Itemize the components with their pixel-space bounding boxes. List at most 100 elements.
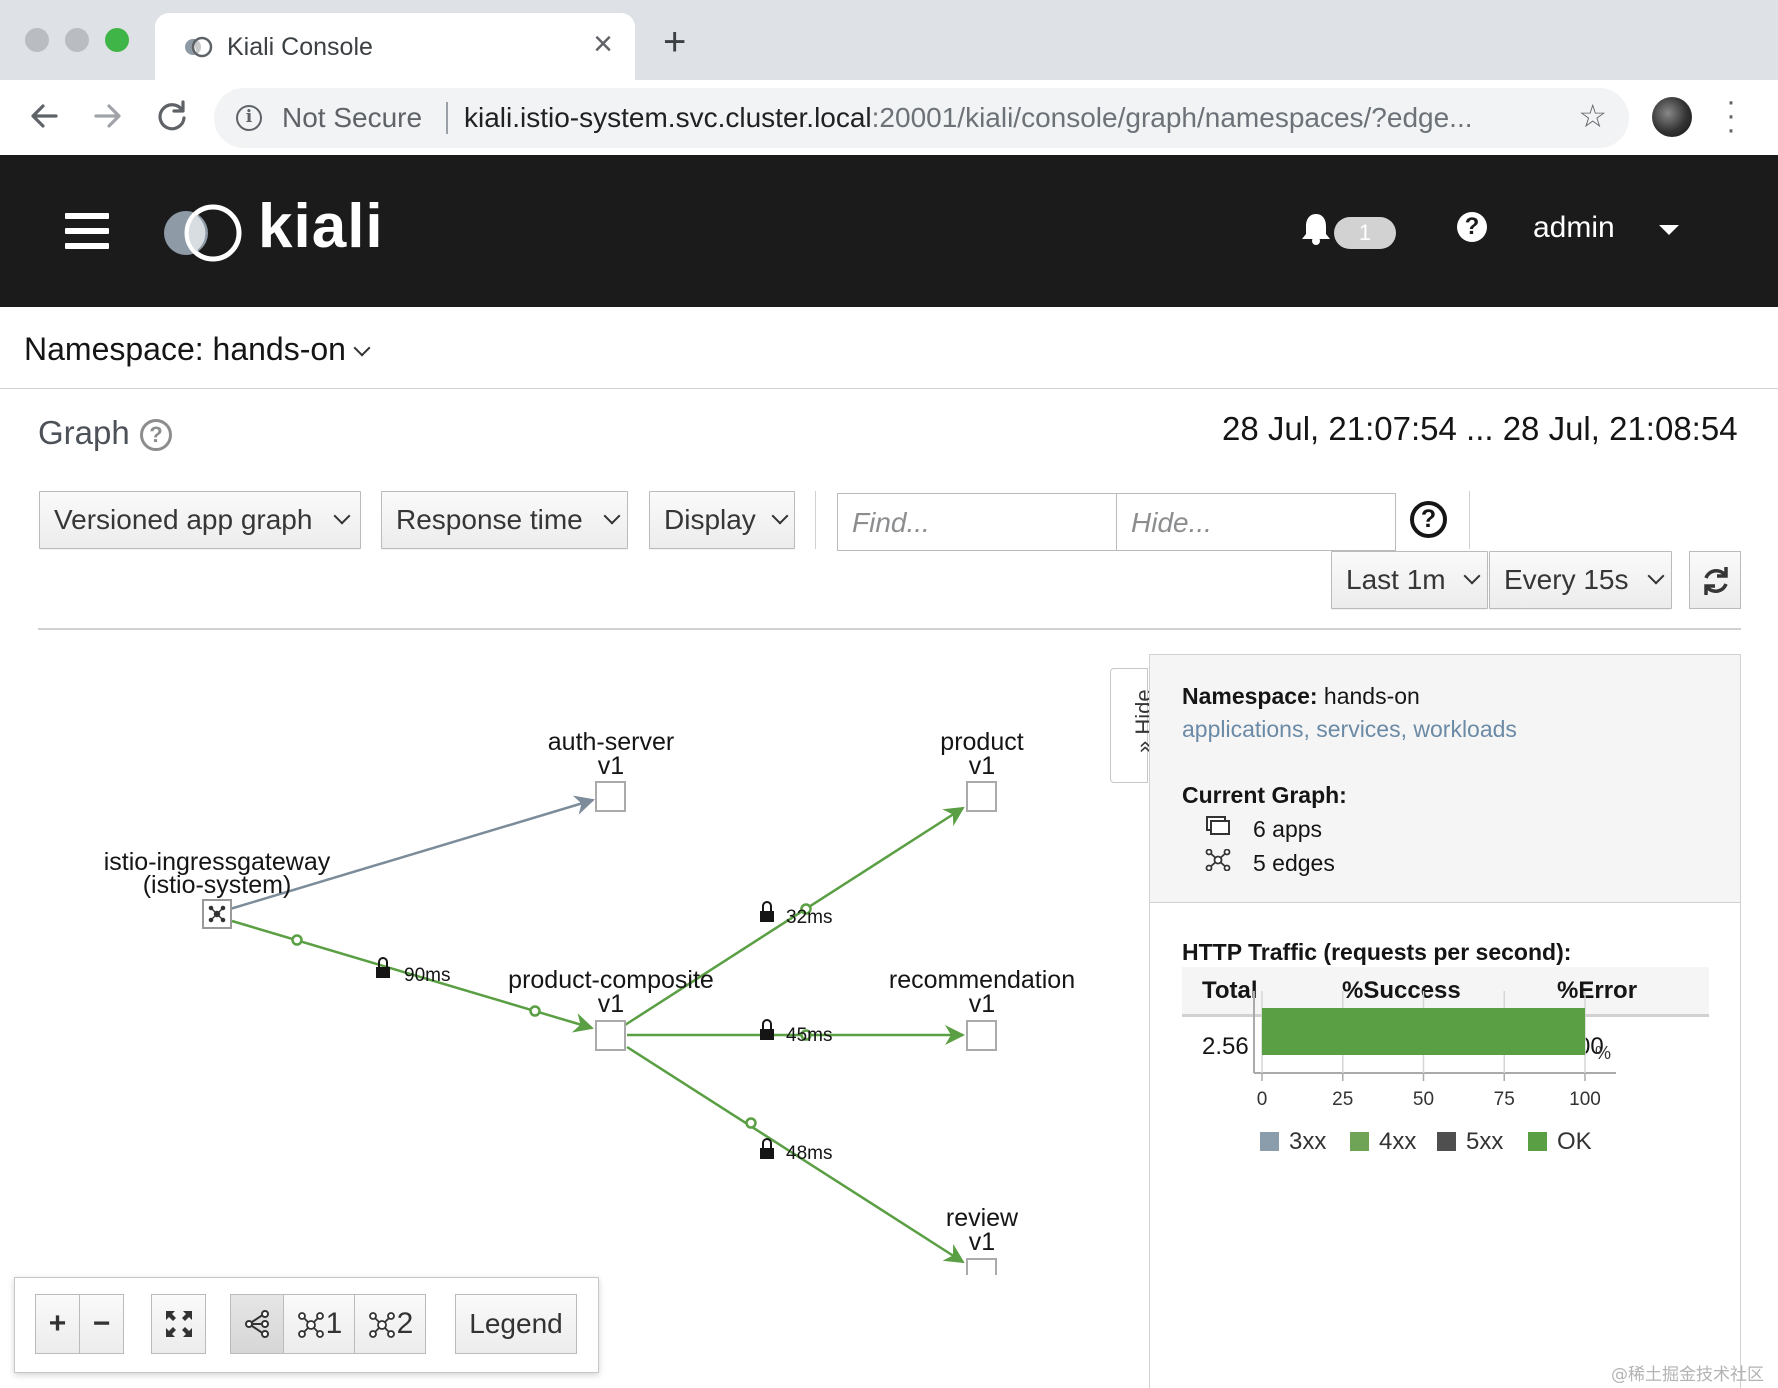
http-traffic-chart: 0 25 50 75 100% 3xx 4xx 5xx OK [1253,991,1616,1155]
layout-default-button[interactable] [230,1294,284,1354]
legend-swatch-5xx [1437,1132,1456,1151]
toolbar-separator [1469,491,1470,549]
tab-close-icon[interactable]: × [593,27,613,61]
edge-label-composite-recommendation: 45ms [760,1019,832,1046]
legend-swatch-ok [1528,1132,1547,1151]
browser-menu-icon[interactable]: · · · [1726,87,1736,145]
hide-input[interactable]: Hide... [1116,493,1396,551]
node-version: v1 [598,752,624,780]
legend-swatch-3xx [1260,1132,1279,1151]
chart-bar-ok [1262,1008,1585,1055]
cluster-layout-icon [297,1312,324,1338]
node-auth-server[interactable]: auth-server v1 [548,728,674,812]
traffic-dot [529,1005,541,1017]
chevron-down-icon [1647,567,1665,585]
browser-tab[interactable]: Kiali Console × [155,13,635,80]
traffic-dot [745,1117,757,1129]
chart-unit-label: % [1595,1043,1611,1063]
node-product[interactable]: product v1 [940,728,1024,812]
page-help-icon[interactable]: ? [140,419,172,451]
notification-bell-icon[interactable] [1300,211,1332,245]
edge-latency-45: 45ms [786,1025,832,1046]
display-dropdown[interactable]: Display [649,491,795,549]
zoom-in-button[interactable]: + [35,1294,80,1354]
address-bar[interactable]: i Not Secure kiali.istio-system.svc.clus… [214,88,1629,148]
kiali-logo-icon [164,204,242,262]
info-icon[interactable]: i [236,105,262,131]
node-version: v1 [969,990,995,1018]
chart-tick-label: 100 [1569,1089,1601,1110]
chevron-down-icon [771,507,789,525]
security-label: Not Secure [282,102,423,133]
forward-arrow-icon[interactable] [88,96,128,136]
profile-avatar[interactable] [1652,97,1692,137]
chart-tick-label: 0 [1257,1089,1268,1110]
help-icon[interactable]: ? [1457,212,1487,242]
edge-label-dropdown[interactable]: Response time [381,491,628,549]
cluster-layout-icon [368,1312,395,1338]
refresh-icon [1704,567,1728,595]
chart-tick-label: 50 [1413,1089,1434,1110]
duration-dropdown[interactable]: Last 1m [1331,551,1488,609]
legend-swatch-4xx [1350,1132,1369,1151]
chevron-down-icon [603,507,621,525]
edge-latency-48: 48ms [786,1143,832,1164]
omnibox-divider [446,102,448,134]
node-namespace: (istio-system) [143,871,292,899]
service-graph-canvas[interactable]: 90ms 32ms 45ms 48ms istio-ingressgateway… [0,630,1110,1275]
legend-label-3xx: 3xx [1289,1128,1326,1155]
url-text: kiali.istio-system.svc.cluster.local:200… [464,102,1473,134]
namespace-bar: Namespace: hands-on [0,307,1778,389]
graph-type-dropdown[interactable]: Versioned app graph [39,491,361,549]
namespace-selector-label: Namespace: hands-on [24,331,346,367]
user-menu[interactable]: admin [1533,211,1615,245]
new-tab-button[interactable]: + [663,22,686,62]
node-review[interactable]: review v1 [946,1204,1019,1275]
namespace-selector[interactable]: Namespace: hands-on [24,331,371,368]
refresh-button[interactable] [1689,551,1741,609]
window-minimize-button[interactable] [65,28,89,52]
hide-panel-tab[interactable]: » Hide [1110,668,1156,783]
bookmark-star-icon[interactable]: ☆ [1578,100,1607,132]
find-placeholder: Find... [852,507,930,538]
fit-to-screen-button[interactable] [151,1294,206,1354]
legend-label-ok: OK [1557,1128,1592,1155]
layout-2-button[interactable]: 2 [354,1294,426,1354]
browser-tab-bar: Kiali Console × + [0,0,1778,80]
chevron-down-icon [1463,567,1481,585]
kiali-masthead: kiali 1 ? admin [0,155,1778,307]
url-host: kiali.istio-system.svc.cluster.local [464,102,872,133]
brand-wordmark: kiali [258,192,384,261]
legend-label-4xx: 4xx [1379,1128,1416,1155]
tab-title: Kiali Console [227,33,373,61]
layout-1-button[interactable]: 1 [283,1294,355,1354]
chevron-down-icon [333,507,351,525]
hierarchy-layout-icon [245,1310,269,1338]
chevron-down-icon [353,339,371,357]
nav-toggle-hamburger-icon[interactable] [65,213,109,249]
find-help-icon[interactable]: ? [1410,501,1447,538]
notification-count-badge[interactable]: 1 [1334,217,1396,249]
expand-icon [165,1311,192,1337]
summary-panel: Namespace: hands-on applications, servic… [1149,654,1741,1388]
edge-label-label: Response time [396,504,583,535]
back-arrow-icon[interactable] [24,96,64,136]
layout-1-label: 1 [325,1307,343,1340]
toolbar-separator [815,491,816,549]
node-recommendation[interactable]: recommendation v1 [889,966,1075,1051]
legend-button[interactable]: Legend [455,1294,577,1354]
browser-toolbar: i Not Secure kiali.istio-system.svc.clus… [0,80,1778,155]
node-version: v1 [598,990,624,1018]
reload-icon[interactable] [152,96,192,136]
legend-label-5xx: 5xx [1466,1128,1503,1155]
layout-2-label: 2 [396,1307,414,1340]
zoom-out-button[interactable]: − [79,1294,124,1354]
find-input[interactable]: Find... [837,493,1117,551]
window-maximize-button[interactable] [105,28,129,52]
window-close-button[interactable] [25,28,49,52]
user-caret-down-icon[interactable] [1659,225,1679,235]
chart-tick-label: 75 [1494,1089,1515,1110]
refresh-interval-dropdown[interactable]: Every 15s [1489,551,1672,609]
time-range-display: 28 Jul, 21:07:54 ... 28 Jul, 21:08:54 [1222,410,1738,447]
duration-label: Last 1m [1346,564,1446,595]
